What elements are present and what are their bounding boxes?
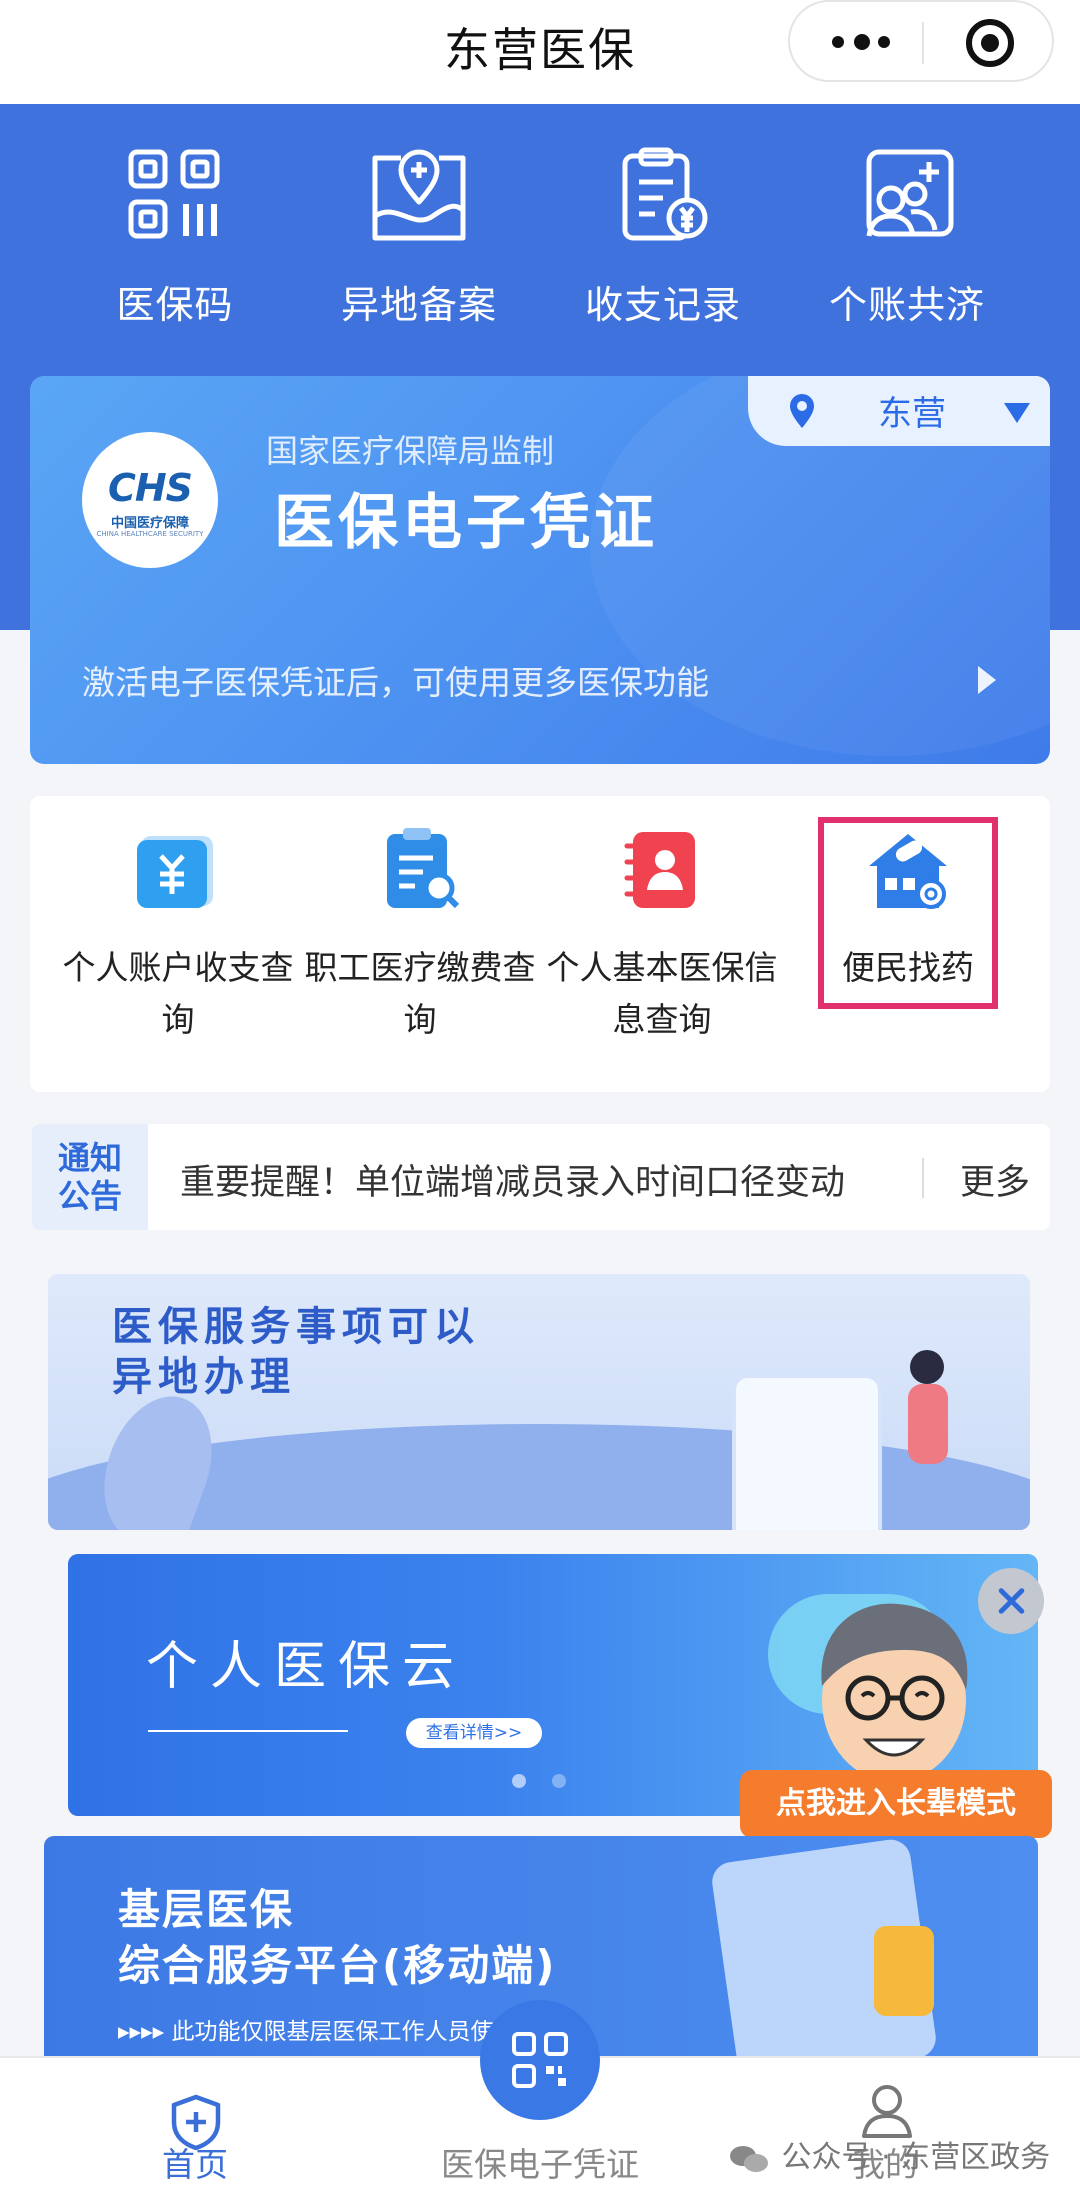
watermark-text: 公众号 · 东营区政务 bbox=[781, 2140, 1051, 2175]
qr-code-icon bbox=[128, 149, 220, 239]
play-arrow-icon[interactable] bbox=[978, 666, 996, 694]
yen-account-icon bbox=[137, 836, 213, 908]
banner-subtitle: ▸▸▸▸ 此功能仅限基层医保工作人员使用 bbox=[118, 2019, 517, 2045]
badge-line: 通知 bbox=[57, 1139, 122, 1177]
highlight-box bbox=[818, 817, 998, 1009]
service-account-query[interactable]: 个人账户收支查询 bbox=[58, 826, 298, 1046]
capsule-divider bbox=[922, 22, 924, 64]
users-add-icon bbox=[866, 149, 954, 237]
person-illustration bbox=[908, 1384, 948, 1464]
view-details-button[interactable]: 查看详情>> bbox=[406, 1718, 542, 1748]
close-miniprogram-icon[interactable] bbox=[966, 19, 1014, 67]
close-elder-prompt-icon[interactable] bbox=[978, 1568, 1044, 1634]
logo-text: CHS bbox=[107, 466, 193, 510]
service-label: 个人基本医保信息查询 bbox=[546, 948, 778, 1039]
nav-item-medical-code[interactable]: 医保码 bbox=[60, 146, 290, 329]
nav-label: 异地备案 bbox=[340, 283, 497, 327]
nav-label: 医保码 bbox=[116, 283, 234, 327]
person-illustration bbox=[910, 1350, 944, 1384]
carousel-dot[interactable] bbox=[512, 1774, 526, 1788]
notice-text[interactable]: 重要提醒！单位端增减员录入时间口径变动 bbox=[180, 1154, 845, 1205]
chs-logo: CHS 中国医疗保障 CHINA HEALTHCARE SECURITY bbox=[82, 432, 218, 568]
nav-label: 个账共济 bbox=[828, 283, 985, 327]
badge-line: 公告 bbox=[57, 1177, 122, 1215]
service-label: 个人账户收支查询 bbox=[62, 948, 294, 1039]
card-activation-note: 激活电子医保凭证后，可使用更多医保功能 bbox=[82, 663, 709, 702]
service-payment-query[interactable]: 职工医疗缴费查询 bbox=[300, 826, 540, 1046]
medical-credential-card[interactable]: 东营 CHS 中国医疗保障 CHINA HEALTHCARE SECURITY … bbox=[30, 376, 1050, 764]
banner-title: 个人医保云 bbox=[146, 1637, 467, 1697]
elder-mode-button[interactable]: 点我进入长辈模式 bbox=[740, 1770, 1052, 1838]
wechat-icon bbox=[730, 2144, 772, 2174]
phone-illustration bbox=[732, 1374, 882, 1530]
banner-title: 基层医保 综合服务平台(移动端) bbox=[118, 1885, 557, 1990]
qr-code-icon bbox=[512, 2032, 568, 2088]
title-bar: 东营医保 bbox=[0, 0, 1080, 104]
card-title: 医保电子凭证 bbox=[274, 488, 658, 558]
person-illustration bbox=[874, 1926, 934, 2016]
nav-item-remote-filing[interactable]: 异地备案 bbox=[304, 146, 534, 329]
watermark: 公众号 · 东营区政务 bbox=[730, 2132, 1050, 2176]
logo-english: CHINA HEALTHCARE SECURITY bbox=[96, 530, 204, 538]
service-basic-info-query[interactable]: 个人基本医保信息查询 bbox=[542, 826, 782, 1046]
mini-program-capsule bbox=[788, 0, 1054, 82]
nav-item-income-expense[interactable]: 收支记录 bbox=[548, 146, 778, 329]
top-nav: 医保码 异地备案 收支记录 个账共济 bbox=[0, 146, 1080, 346]
nav-item-family-account[interactable]: 个账共济 bbox=[792, 146, 1022, 329]
map-pin-icon bbox=[372, 149, 466, 241]
document-search-icon bbox=[387, 828, 460, 909]
logo-subtext: 中国医疗保障 bbox=[110, 516, 189, 531]
clipboard-yen-icon bbox=[622, 147, 708, 241]
more-icon[interactable] bbox=[826, 27, 896, 57]
card-supervisor: 国家医疗保障局监制 bbox=[266, 432, 555, 470]
notice-more-link[interactable]: 更多 bbox=[960, 1154, 1030, 1205]
user-icon bbox=[862, 2085, 912, 2138]
tab-label: 医保电子凭证 bbox=[441, 2145, 639, 2184]
location-pin-icon bbox=[790, 394, 814, 428]
dropdown-caret-icon bbox=[1004, 403, 1030, 423]
services-panel: 个人账户收支查询 职工医疗缴费查询 个人基本医保信息查询 便民找药 bbox=[30, 796, 1050, 1092]
tab-home[interactable]: 首页 bbox=[90, 2058, 300, 2195]
service-label: 职工医疗缴费查询 bbox=[304, 948, 536, 1039]
arrow-line bbox=[148, 1730, 348, 1732]
notice-divider bbox=[922, 1158, 924, 1198]
notice-bar[interactable]: 通知 公告 重要提醒！单位端增减员录入时间口径变动 更多 bbox=[32, 1124, 1050, 1230]
banner-remote-service[interactable]: 医保服务事项可以 异地办理 bbox=[48, 1274, 1030, 1530]
tab-label: 首页 bbox=[162, 2145, 228, 2184]
notice-badge: 通知 公告 bbox=[32, 1124, 148, 1230]
location-selector[interactable]: 东营 bbox=[748, 376, 1050, 446]
nav-label: 收支记录 bbox=[584, 283, 741, 327]
elder-avatar-icon[interactable] bbox=[806, 1590, 982, 1790]
location-label: 东营 bbox=[878, 394, 946, 434]
contact-book-icon bbox=[624, 832, 695, 908]
credential-qr-button[interactable] bbox=[480, 2000, 600, 2120]
carousel-dot[interactable] bbox=[552, 1774, 566, 1788]
banner-title: 医保服务事项可以 异地办理 bbox=[112, 1304, 480, 1400]
